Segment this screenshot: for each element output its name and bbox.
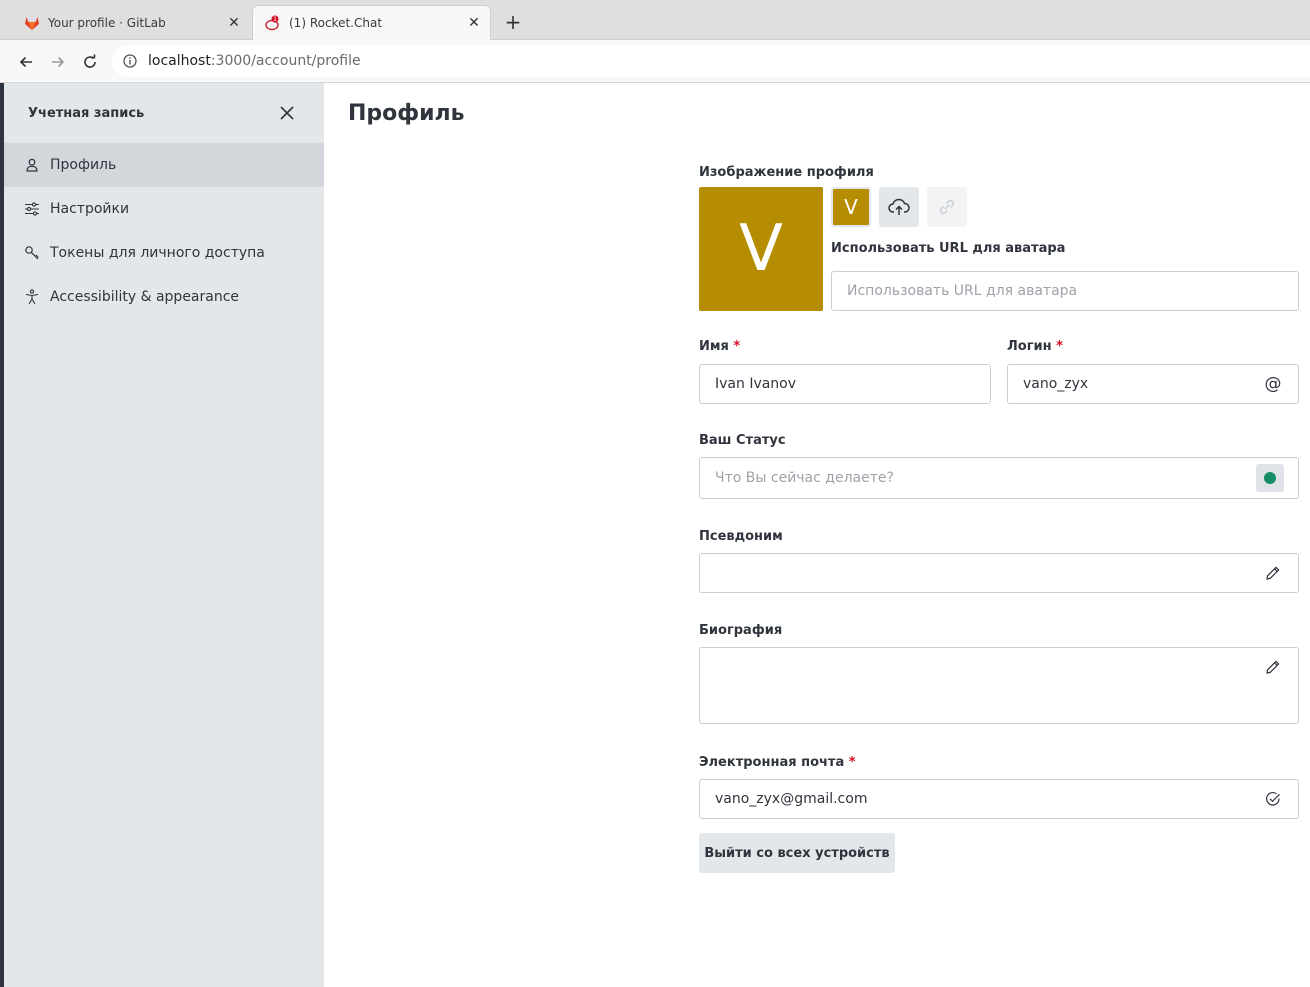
pencil-icon: [1264, 564, 1282, 582]
sidebar-item-label: Профиль: [50, 157, 117, 173]
email-input[interactable]: vano_zyx@gmail.com: [699, 779, 1299, 819]
arrow-right-icon: [52, 56, 65, 68]
verified-check-icon: [1264, 790, 1282, 808]
accessibility-icon: [24, 289, 40, 305]
user-icon: [24, 157, 40, 173]
new-tab-button[interactable]: +: [503, 10, 523, 34]
close-tab-icon[interactable]: ✕: [466, 15, 482, 31]
avatar-url-button[interactable]: [927, 187, 967, 227]
avatar-url-placeholder: Использовать URL для аватара: [847, 283, 1078, 299]
upload-avatar-button[interactable]: [879, 187, 919, 227]
at-sign-icon: @: [1264, 374, 1282, 394]
sidebar-item-label: Настройки: [50, 201, 130, 217]
rocketchat-icon: 1: [265, 15, 281, 31]
cloud-upload-icon: [888, 198, 910, 215]
back-button[interactable]: [14, 50, 38, 74]
name-input[interactable]: Ivan Ivanov: [699, 364, 991, 404]
close-icon[interactable]: [278, 104, 296, 122]
page-title: Профиль: [348, 101, 465, 126]
account-sidebar: Учетная запись Профиль Настройки Токены …: [4, 83, 324, 987]
avatar-default-button[interactable]: V: [831, 187, 871, 227]
forward-button[interactable]: [46, 50, 70, 74]
sidebar-item-label: Токены для личного доступа: [50, 245, 265, 261]
sidebar-title: Учетная запись: [28, 105, 145, 121]
username-input[interactable]: vano_zyx @: [1007, 364, 1299, 404]
name-label: Имя *: [699, 339, 741, 354]
reload-button[interactable]: [78, 50, 102, 74]
tab-gitlab[interactable]: Your profile · GitLab ✕: [0, 5, 250, 40]
username-value: vano_zyx: [1023, 376, 1089, 392]
tab-rocketchat[interactable]: 1 (1) Rocket.Chat ✕: [252, 5, 491, 40]
url-text: localhost:3000/account/profile: [148, 53, 361, 69]
sidebar-item-accessibility[interactable]: Accessibility & appearance: [4, 275, 324, 319]
info-icon[interactable]: [122, 53, 138, 69]
nickname-input[interactable]: [699, 553, 1299, 593]
tab-title: Your profile · GitLab: [48, 15, 166, 30]
tab-badge: 1: [273, 16, 277, 23]
tab-title: (1) Rocket.Chat: [289, 16, 383, 30]
avatar-preview: V: [699, 187, 823, 311]
link-icon: [939, 199, 955, 215]
status-selector-button[interactable]: [1256, 464, 1284, 492]
logout-all-devices-button[interactable]: Выйти со всех устройств: [699, 833, 895, 873]
name-value: Ivan Ivanov: [715, 376, 797, 392]
reload-icon: [84, 54, 96, 68]
username-label: Логин *: [1007, 339, 1063, 354]
email-label: Электронная почта *: [699, 755, 856, 770]
key-icon: [24, 245, 40, 261]
profile-page: Профиль Изображение профиля V V Использо…: [324, 83, 1310, 987]
email-value: vano_zyx@gmail.com: [715, 791, 868, 807]
browser-tab-bar: Your profile · GitLab ✕ 1 (1) Rocket.Cha…: [0, 0, 1310, 40]
avatar-url-input[interactable]: Использовать URL для аватара: [831, 271, 1299, 311]
avatar-url-label: Использовать URL для аватара: [831, 241, 1066, 256]
sidebar-item-label: Accessibility & appearance: [50, 289, 240, 305]
bio-textarea[interactable]: [699, 647, 1299, 724]
address-bar[interactable]: localhost:3000/account/profile: [112, 45, 1310, 77]
bio-label: Биография: [699, 623, 783, 638]
sidebar-header: Учетная запись: [4, 83, 324, 143]
close-tab-icon[interactable]: ✕: [226, 15, 242, 31]
sidebar-item-settings[interactable]: Настройки: [4, 187, 324, 231]
nickname-label: Псевдоним: [699, 529, 783, 544]
status-label: Ваш Статус: [699, 433, 786, 448]
status-input[interactable]: Что Вы сейчас делаете?: [699, 457, 1299, 499]
gitlab-icon: [24, 15, 40, 31]
status-online-icon: [1264, 472, 1276, 484]
sliders-icon: [24, 201, 40, 217]
browser-nav-bar: localhost:3000/account/profile: [0, 40, 1310, 83]
status-placeholder: Что Вы сейчас делаете?: [715, 470, 894, 486]
sidebar-item-profile[interactable]: Профиль: [4, 143, 324, 187]
pencil-icon: [1264, 658, 1282, 676]
sidebar-item-tokens[interactable]: Токены для личного доступа: [4, 231, 324, 275]
avatar-label: Изображение профиля: [699, 165, 874, 180]
arrow-left-icon: [19, 56, 32, 68]
